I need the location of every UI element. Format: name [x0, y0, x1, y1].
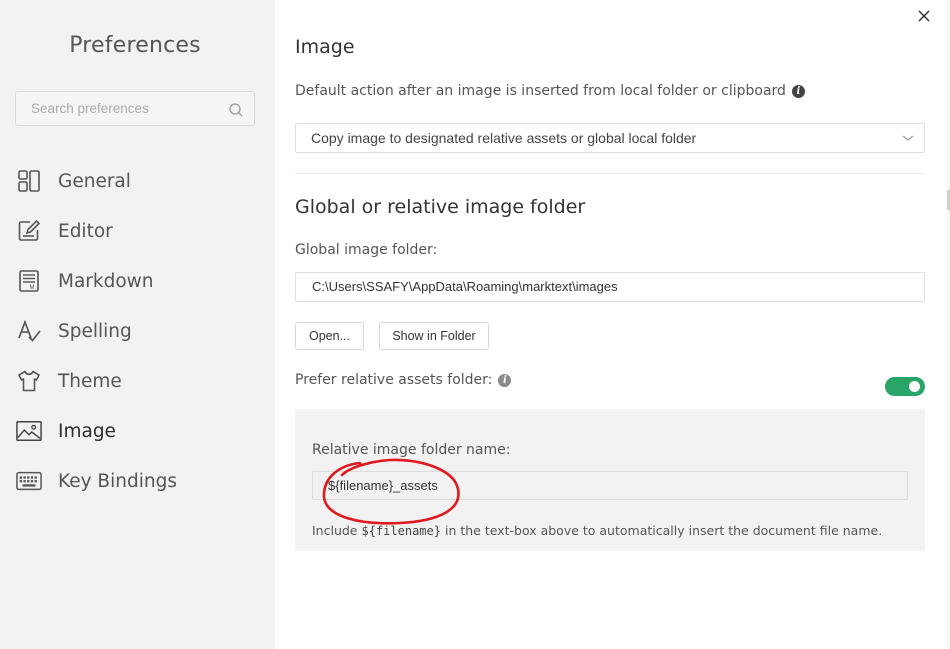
folder-section-title: Global or relative image folder: [295, 196, 586, 218]
sidebar-item-key-bindings[interactable]: Key Bindings: [0, 456, 275, 506]
relative-folder-hint: Include ${filename} in the text-box abov…: [312, 523, 882, 538]
sidebar-item-label: Theme: [58, 370, 122, 392]
sidebar-item-label: Spelling: [58, 320, 132, 342]
search-input[interactable]: [16, 92, 216, 125]
page-title: Image: [295, 36, 355, 58]
default-action-select[interactable]: Copy image to designated relative assets…: [295, 123, 925, 153]
markdown-icon: M: [16, 268, 42, 294]
sidebar-item-image[interactable]: Image: [0, 406, 275, 456]
sidebar-item-label: General: [58, 170, 131, 192]
relative-folder-input[interactable]: ${filename}_assets: [312, 471, 908, 500]
main-panel: Image Default action after an image is i…: [275, 0, 950, 649]
default-action-label-text: Default action after an image is inserte…: [295, 83, 786, 99]
sidebar-item-label: Markdown: [58, 270, 154, 292]
editor-icon: [16, 218, 42, 244]
relative-folder-label: Relative image folder name:: [312, 442, 511, 458]
relative-folder-panel: Relative image folder name: ${filename}_…: [295, 409, 925, 551]
sidebar-item-theme[interactable]: Theme: [0, 356, 275, 406]
sidebar-item-general[interactable]: General: [0, 156, 275, 206]
sidebar-title: Preferences: [69, 33, 201, 58]
info-icon[interactable]: i: [498, 373, 512, 387]
default-action-label: Default action after an image is inserte…: [295, 83, 805, 99]
search-box[interactable]: [15, 91, 255, 126]
show-in-folder-button[interactable]: Show in Folder: [379, 322, 489, 350]
prefer-relative-label-text: Prefer relative assets folder:: [295, 372, 493, 388]
sidebar-item-spelling[interactable]: Spelling: [0, 306, 275, 356]
close-icon[interactable]: [916, 8, 932, 24]
spelling-icon: [16, 318, 42, 344]
svg-text:M: M: [30, 285, 35, 291]
global-folder-input[interactable]: C:\Users\SSAFY\AppData\Roaming\marktext\…: [295, 272, 925, 302]
prefer-relative-toggle[interactable]: [885, 377, 925, 396]
global-folder-label: Global image folder:: [295, 242, 438, 258]
info-icon[interactable]: i: [791, 84, 805, 98]
prefer-relative-label: Prefer relative assets folder: i: [295, 372, 512, 388]
theme-icon: [16, 368, 42, 394]
toggle-knob: [909, 381, 920, 392]
sidebar-item-editor[interactable]: Editor: [0, 206, 275, 256]
hint-code: ${filename}: [361, 524, 441, 538]
keyboard-icon: [16, 468, 42, 494]
sidebar-item-label: Image: [58, 420, 116, 442]
default-action-value: Copy image to designated relative assets…: [311, 130, 697, 146]
sidebar-item-label: Editor: [58, 220, 113, 242]
open-button[interactable]: Open...: [295, 322, 364, 350]
hint-suffix: in the text-box above to automatically i…: [444, 523, 883, 538]
search-icon[interactable]: [228, 102, 244, 118]
chevron-down-icon: [902, 135, 914, 141]
sidebar-item-label: Key Bindings: [58, 470, 177, 492]
sidebar: Preferences General Editor M Markdown: [0, 0, 275, 649]
general-icon: [16, 168, 42, 194]
sidebar-nav: General Editor M Markdown Spelling Theme: [0, 156, 275, 506]
image-icon: [16, 418, 42, 444]
sidebar-item-markdown[interactable]: M Markdown: [0, 256, 275, 306]
hint-prefix: Include: [312, 523, 358, 538]
divider: [295, 173, 925, 174]
